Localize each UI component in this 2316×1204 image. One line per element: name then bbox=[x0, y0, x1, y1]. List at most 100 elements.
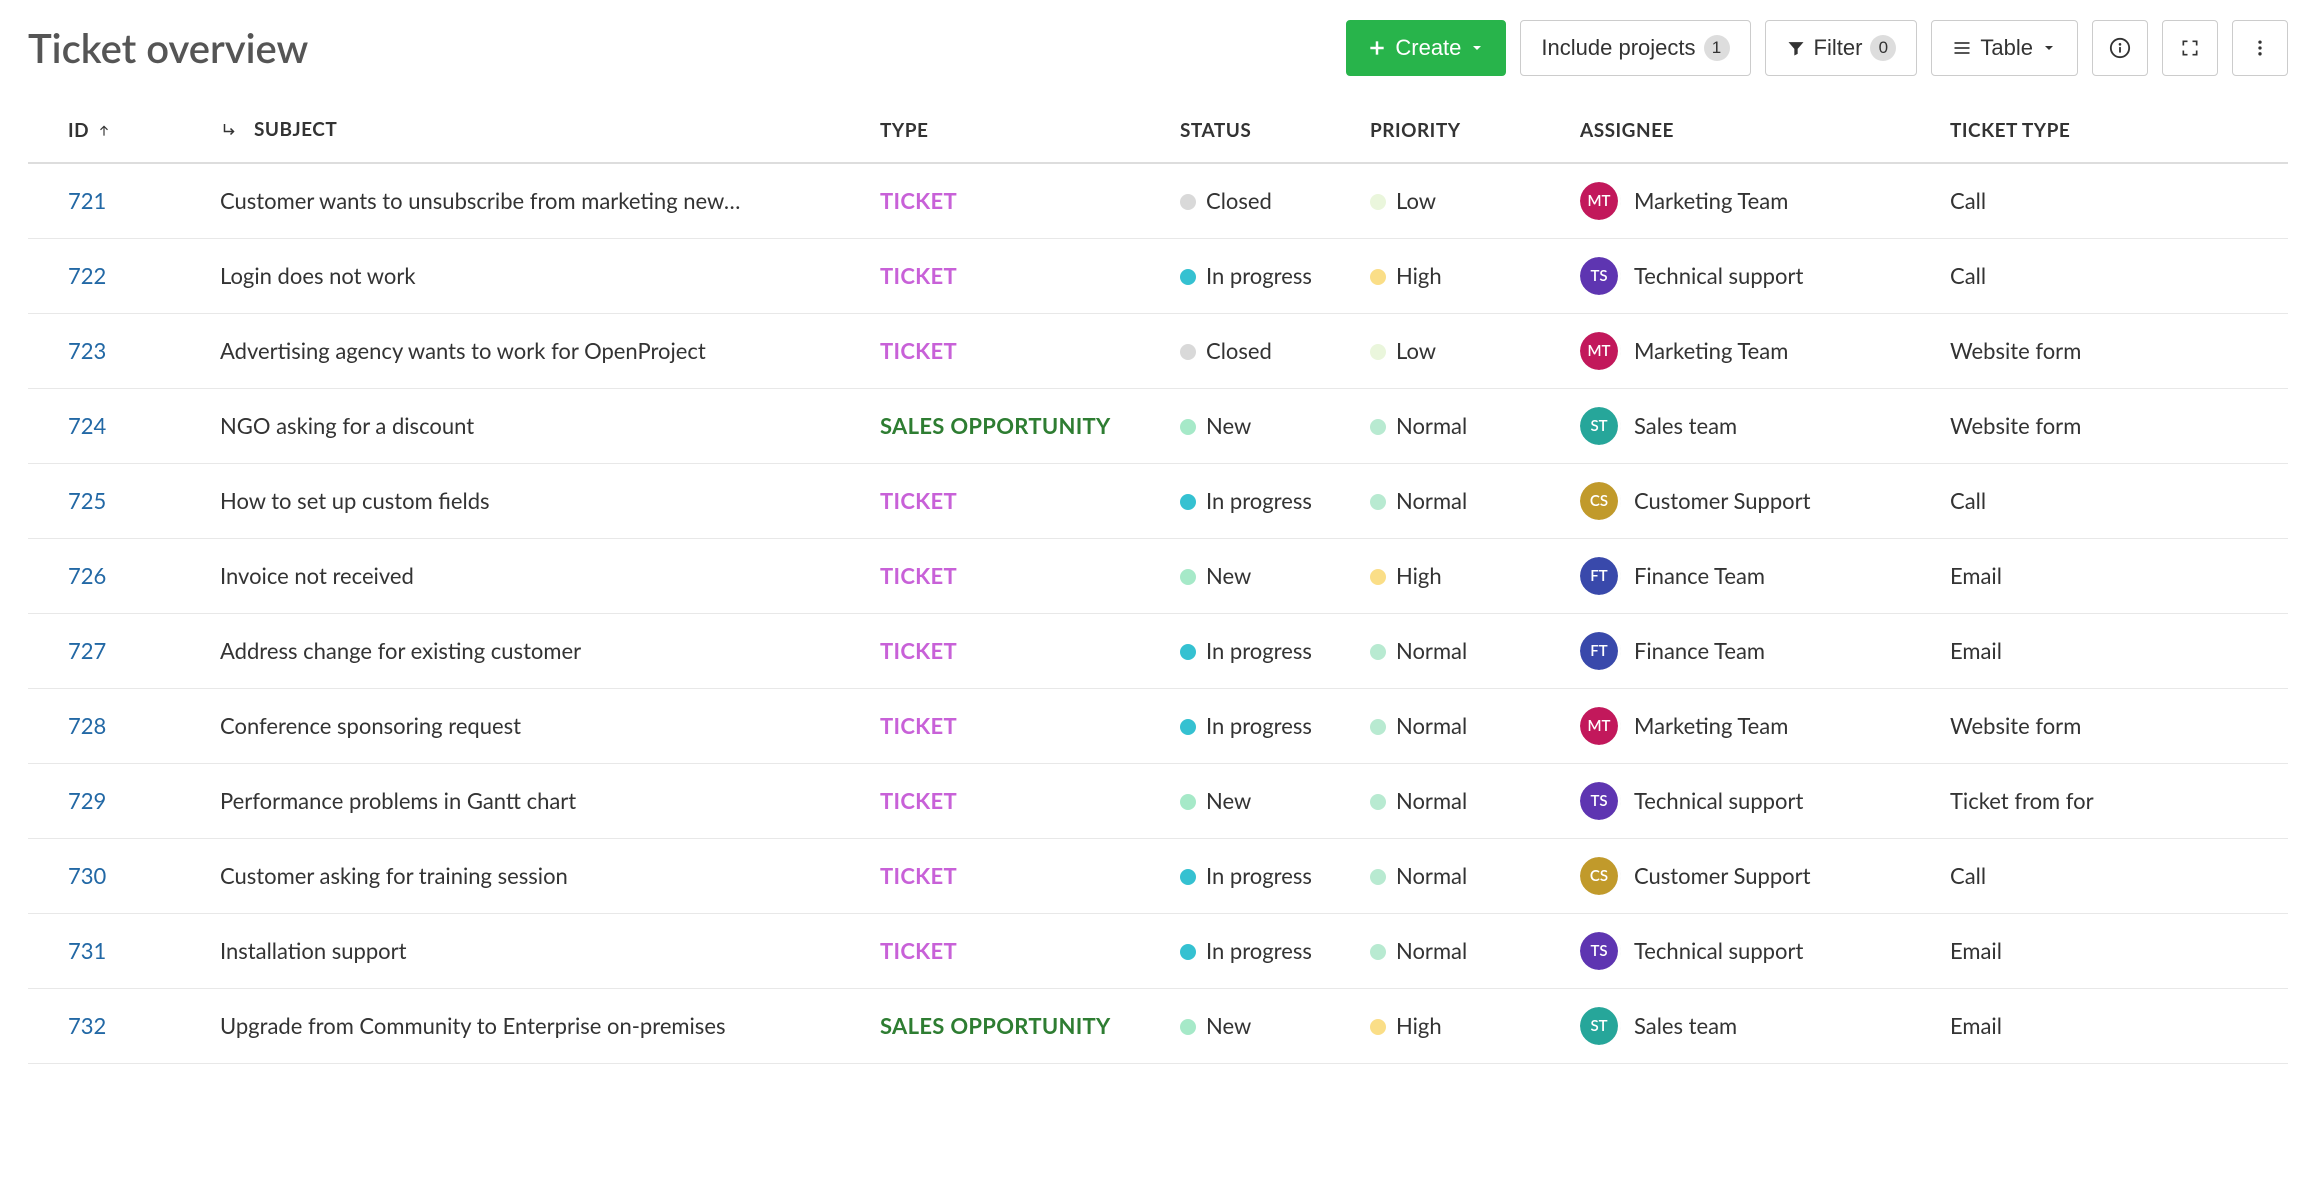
column-header-ticket-type[interactable]: TICKET TYPE bbox=[1938, 104, 2288, 163]
fullscreen-button[interactable] bbox=[2162, 20, 2218, 76]
ticket-id-link[interactable]: 722 bbox=[68, 262, 106, 289]
priority-dot bbox=[1370, 869, 1386, 885]
ticket-type: TICKET bbox=[880, 937, 957, 964]
column-header-id[interactable]: ID bbox=[28, 104, 208, 163]
ticket-assignee: Marketing Team bbox=[1634, 337, 1788, 364]
kebab-icon bbox=[2250, 38, 2270, 58]
ticket-assignee: Technical support bbox=[1634, 262, 1803, 289]
filter-label: Filter bbox=[1814, 35, 1863, 61]
column-header-type[interactable]: TYPE bbox=[868, 104, 1168, 163]
info-icon bbox=[2109, 37, 2131, 59]
ticket-ticket-type: Website form bbox=[1950, 712, 2081, 739]
sort-asc-icon bbox=[97, 122, 111, 140]
filter-button[interactable]: Filter 0 bbox=[1765, 20, 1918, 76]
ticket-subject[interactable]: How to set up custom fields bbox=[220, 487, 856, 514]
table-row[interactable]: 732 Upgrade from Community to Enterprise … bbox=[28, 988, 2288, 1063]
avatar: TS bbox=[1580, 257, 1618, 295]
priority-dot bbox=[1370, 1019, 1386, 1035]
priority-dot bbox=[1370, 644, 1386, 660]
ticket-type: TICKET bbox=[880, 712, 957, 739]
ticket-type: SALES OPPORTUNITY bbox=[880, 412, 1111, 439]
ticket-id-link[interactable]: 732 bbox=[68, 1012, 106, 1039]
priority-dot bbox=[1370, 944, 1386, 960]
status-dot bbox=[1180, 794, 1196, 810]
include-projects-button[interactable]: Include projects 1 bbox=[1520, 20, 1750, 76]
ticket-id-link[interactable]: 725 bbox=[68, 487, 106, 514]
ticket-assignee: Marketing Team bbox=[1634, 712, 1788, 739]
ticket-id-link[interactable]: 724 bbox=[68, 412, 106, 439]
ticket-ticket-type: Website form bbox=[1950, 412, 2081, 439]
table-row[interactable]: 727Address change for existing customerT… bbox=[28, 613, 2288, 688]
status-dot bbox=[1180, 569, 1196, 585]
filter-count: 0 bbox=[1870, 35, 1896, 61]
ticket-type: TICKET bbox=[880, 862, 957, 889]
table-row[interactable]: 722Login does not workTICKETIn progressH… bbox=[28, 238, 2288, 313]
avatar: ST bbox=[1580, 407, 1618, 445]
more-button[interactable] bbox=[2232, 20, 2288, 76]
ticket-id-link[interactable]: 723 bbox=[68, 337, 106, 364]
column-header-subject-label: SUBJECT bbox=[254, 118, 337, 141]
view-switch-button[interactable]: Table bbox=[1931, 20, 2078, 76]
create-button[interactable]: Create bbox=[1346, 20, 1506, 76]
table-row[interactable]: 721 Customer wants to unsubscribe from ma… bbox=[28, 163, 2288, 239]
priority-dot bbox=[1370, 494, 1386, 510]
table-row[interactable]: 726Invoice not receivedTICKETNewHighFTFi… bbox=[28, 538, 2288, 613]
table-row[interactable]: 728Conference sponsoring requestTICKETIn… bbox=[28, 688, 2288, 763]
ticket-subject[interactable]: Performance problems in Gantt chart bbox=[220, 787, 856, 814]
table-row[interactable]: 729Performance problems in Gantt chartTI… bbox=[28, 763, 2288, 838]
ticket-id-link[interactable]: 729 bbox=[68, 787, 106, 814]
ticket-status: In progress bbox=[1206, 487, 1312, 514]
create-label: Create bbox=[1395, 35, 1461, 61]
chevron-down-icon bbox=[2041, 40, 2057, 56]
ticket-subject[interactable]: Advertising agency wants to work for Ope… bbox=[220, 337, 856, 364]
ticket-assignee: Finance Team bbox=[1634, 562, 1765, 589]
table-row[interactable]: 730 Customer asking for training session T… bbox=[28, 838, 2288, 913]
ticket-assignee: Technical support bbox=[1634, 937, 1803, 964]
ticket-id-link[interactable]: 727 bbox=[68, 637, 106, 664]
ticket-priority: Normal bbox=[1396, 412, 1467, 439]
ticket-id-link[interactable]: 731 bbox=[68, 937, 106, 964]
column-header-priority[interactable]: PRIORITY bbox=[1358, 104, 1568, 163]
ticket-subject[interactable]: Address change for existing customer bbox=[220, 637, 856, 664]
avatar: MT bbox=[1580, 182, 1618, 220]
ticket-subject[interactable]: Upgrade from Community to Enterprise on-… bbox=[220, 1012, 856, 1039]
ticket-status: New bbox=[1206, 1012, 1251, 1039]
table-row[interactable]: 723 Advertising agency wants to work for … bbox=[28, 313, 2288, 388]
expand-icon bbox=[2180, 38, 2200, 58]
ticket-assignee: Customer Support bbox=[1634, 862, 1811, 889]
ticket-id-link[interactable]: 728 bbox=[68, 712, 106, 739]
column-header-assignee[interactable]: ASSIGNEE bbox=[1568, 104, 1938, 163]
table-row[interactable]: 725How to set up custom fieldsTICKETIn p… bbox=[28, 463, 2288, 538]
column-header-subject[interactable]: SUBJECT bbox=[208, 104, 868, 163]
table-row[interactable]: 724 NGO asking for a discount SALES OPPORT… bbox=[28, 388, 2288, 463]
ticket-subject[interactable]: Invoice not received bbox=[220, 562, 856, 589]
ticket-subject[interactable]: Conference sponsoring request bbox=[220, 712, 856, 739]
ticket-ticket-type: Email bbox=[1950, 937, 2002, 964]
include-projects-count: 1 bbox=[1704, 35, 1730, 61]
ticket-ticket-type: Call bbox=[1950, 862, 1986, 889]
ticket-ticket-type: Call bbox=[1950, 187, 1986, 214]
ticket-assignee: Customer Support bbox=[1634, 487, 1811, 514]
include-projects-label: Include projects bbox=[1541, 35, 1695, 61]
ticket-ticket-type: Email bbox=[1950, 637, 2002, 664]
info-button[interactable] bbox=[2092, 20, 2148, 76]
ticket-type: TICKET bbox=[880, 262, 957, 289]
avatar: FT bbox=[1580, 632, 1618, 670]
ticket-subject[interactable]: Customer wants to unsubscribe from marke… bbox=[220, 187, 856, 214]
ticket-ticket-type: Email bbox=[1950, 562, 2002, 589]
ticket-subject[interactable]: Installation support bbox=[220, 937, 856, 964]
ticket-id-link[interactable]: 726 bbox=[68, 562, 106, 589]
status-dot bbox=[1180, 944, 1196, 960]
status-dot bbox=[1180, 494, 1196, 510]
ticket-type: TICKET bbox=[880, 562, 957, 589]
ticket-subject[interactable]: Login does not work bbox=[220, 262, 856, 289]
ticket-id-link[interactable]: 721 bbox=[68, 187, 106, 214]
ticket-id-link[interactable]: 730 bbox=[68, 862, 106, 889]
ticket-subject[interactable]: Customer asking for training session bbox=[220, 862, 856, 889]
table-row[interactable]: 731Installation supportTICKETIn progress… bbox=[28, 913, 2288, 988]
ticket-subject[interactable]: NGO asking for a discount bbox=[220, 412, 856, 439]
ticket-priority: Normal bbox=[1396, 787, 1467, 814]
ticket-priority: Normal bbox=[1396, 937, 1467, 964]
ticket-type: TICKET bbox=[880, 337, 957, 364]
column-header-status[interactable]: STATUS bbox=[1168, 104, 1358, 163]
